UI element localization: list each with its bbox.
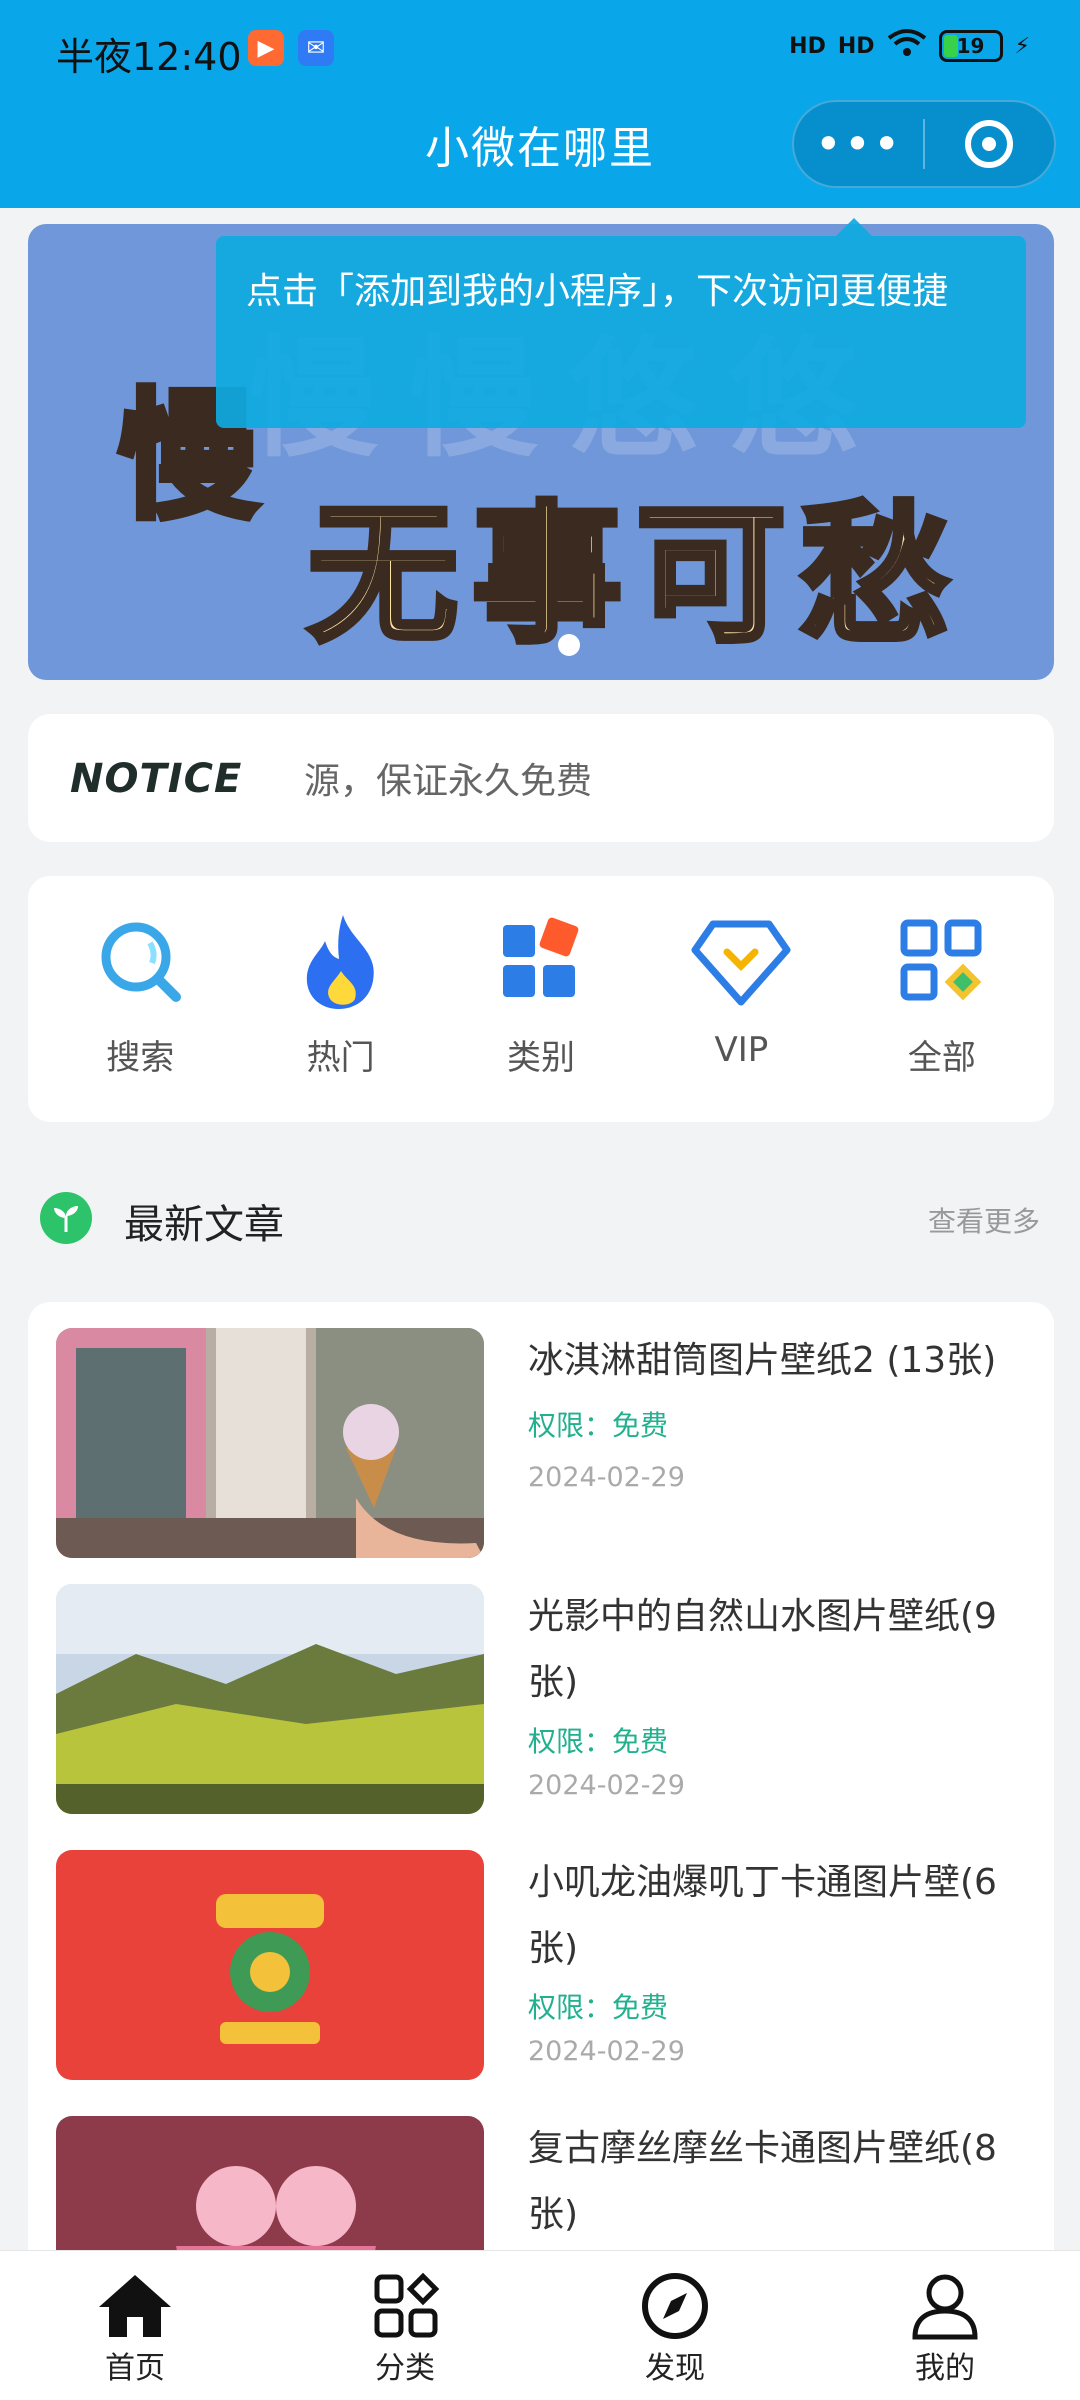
tab-category[interactable]: 分类	[270, 2251, 540, 2400]
article-date: 2024-02-29	[528, 1770, 685, 1801]
article-thumbnail	[56, 1850, 484, 2080]
add-to-my-program-tooltip[interactable]: 点击「添加到我的小程序」，下次访问更便捷	[216, 218, 1026, 428]
banner-headline: 无事可愁	[305, 486, 965, 666]
article-info: 复古摩丝摩丝卡通图片壁纸(8张)	[528, 2116, 1028, 2248]
article-thumbnail	[56, 1328, 484, 1558]
home-icon	[99, 2275, 171, 2337]
status-bar: 半夜12:40 ▶ ✉ HD HD 19 ⚡	[0, 0, 1080, 104]
article-date: 2024-02-29	[528, 2036, 685, 2067]
article-thumbnail	[56, 2116, 484, 2262]
article-title: 光影中的自然山水图片壁纸(9张)	[528, 1596, 997, 1703]
video-app-icon: ▶	[248, 30, 284, 66]
status-right: HD HD 19 ⚡	[789, 28, 1030, 64]
user-icon	[912, 2274, 978, 2340]
tab-mine[interactable]: 我的	[810, 2251, 1080, 2400]
message-app-icon: ✉	[298, 30, 334, 66]
article-info: 小叽龙油爆叽丁卡通图片壁(6张) 权限：免费 2024-02-29	[528, 1850, 1028, 2067]
article-title: 小叽龙油爆叽丁卡通图片壁(6张)	[528, 1862, 997, 1969]
sprout-icon	[40, 1192, 92, 1244]
category-icon	[486, 906, 596, 1016]
article-permission: 权限：免费	[528, 1991, 669, 2024]
menu-item-search[interactable]: 搜索	[40, 876, 240, 1122]
section-title: 最新文章	[124, 1202, 284, 1248]
quick-menu: 搜索 热门 类别 VIP 全部	[28, 876, 1054, 1122]
tab-label: 首页	[105, 2351, 165, 2386]
menu-item-category[interactable]: 类别	[441, 876, 641, 1122]
menu-label: 搜索	[106, 1038, 175, 1078]
notice-logo: NOTICE	[70, 756, 243, 802]
notice-bar[interactable]: NOTICE 源，保证永久免费	[28, 714, 1054, 842]
grid-all-icon	[887, 906, 997, 1016]
tab-home[interactable]: 首页	[0, 2251, 270, 2400]
article-permission: 权限：免费	[528, 1725, 669, 1758]
tab-label: 分类	[375, 2351, 435, 2386]
menu-label: 热门	[306, 1038, 375, 1078]
search-icon	[85, 906, 195, 1016]
article-title: 冰淇淋甜筒图片壁纸2 (13张)	[528, 1340, 997, 1381]
compass-icon	[642, 2273, 708, 2339]
notice-text: 源，保证永久免费	[304, 761, 593, 802]
charging-icon: ⚡	[1014, 33, 1030, 59]
status-time: 半夜12:40	[56, 35, 242, 79]
notification-icons: ▶ ✉	[248, 30, 334, 66]
menu-item-vip[interactable]: VIP	[641, 876, 841, 1122]
carousel-indicator[interactable]	[558, 634, 580, 656]
menu-label: 类别	[507, 1038, 576, 1078]
article-date: 2024-02-29	[528, 1462, 685, 1493]
battery-icon: 19	[938, 30, 1003, 62]
view-more-link[interactable]: 查看更多	[928, 1200, 1040, 1240]
article-info: 冰淇淋甜筒图片壁纸2 (13张) 权限：免费 2024-02-29	[528, 1328, 1028, 1493]
tab-label: 发现	[645, 2351, 705, 2386]
list-item[interactable]: 光影中的自然山水图片壁纸(9张) 权限：免费 2024-02-29	[56, 1584, 1026, 1814]
menu-label: 全部	[907, 1038, 976, 1078]
wifi-icon	[887, 28, 927, 64]
vip-diamond-icon	[686, 906, 796, 1016]
latest-articles-header: 最新文章 查看更多	[40, 1184, 1040, 1254]
signal-icon: HD	[789, 33, 826, 59]
list-item[interactable]: 冰淇淋甜筒图片壁纸2 (13张) 权限：免费 2024-02-29	[56, 1328, 1026, 1558]
tab-label: 我的	[915, 2351, 975, 2386]
bottom-tab-bar: 首页 分类 发现 我的	[0, 2250, 1080, 2400]
close-mini-program-button[interactable]	[925, 120, 1054, 168]
menu-item-all[interactable]: 全部	[842, 876, 1042, 1122]
article-list: 冰淇淋甜筒图片壁纸2 (13张) 权限：免费 2024-02-29 光影中的自然…	[28, 1302, 1054, 2262]
tab-discover[interactable]: 发现	[540, 2251, 810, 2400]
list-item[interactable]: 小叽龙油爆叽丁卡通图片壁(6张) 权限：免费 2024-02-29	[56, 1850, 1026, 2080]
article-info: 光影中的自然山水图片壁纸(9张) 权限：免费 2024-02-29	[528, 1584, 1028, 1801]
flame-icon	[286, 906, 396, 1016]
more-dots-icon[interactable]: •••	[794, 121, 923, 167]
top-header: 半夜12:40 ▶ ✉ HD HD 19 ⚡ 小微在哪里 •••	[0, 0, 1080, 208]
list-item[interactable]: 复古摩丝摩丝卡通图片壁纸(8张)	[56, 2116, 1026, 2262]
category-grid-icon	[374, 2272, 440, 2338]
mini-program-capsule: •••	[792, 100, 1056, 188]
tooltip-text: 点击「添加到我的小程序」，下次访问更便捷	[246, 271, 949, 312]
article-permission: 权限：免费	[528, 1409, 669, 1442]
article-thumbnail	[56, 1584, 484, 1814]
target-close-icon	[965, 120, 1014, 168]
article-title: 复古摩丝摩丝卡通图片壁纸(8张)	[528, 2128, 997, 2235]
menu-item-hot[interactable]: 热门	[240, 876, 440, 1122]
signal-icon-2: HD	[837, 33, 875, 59]
menu-label: VIP	[714, 1030, 769, 1070]
